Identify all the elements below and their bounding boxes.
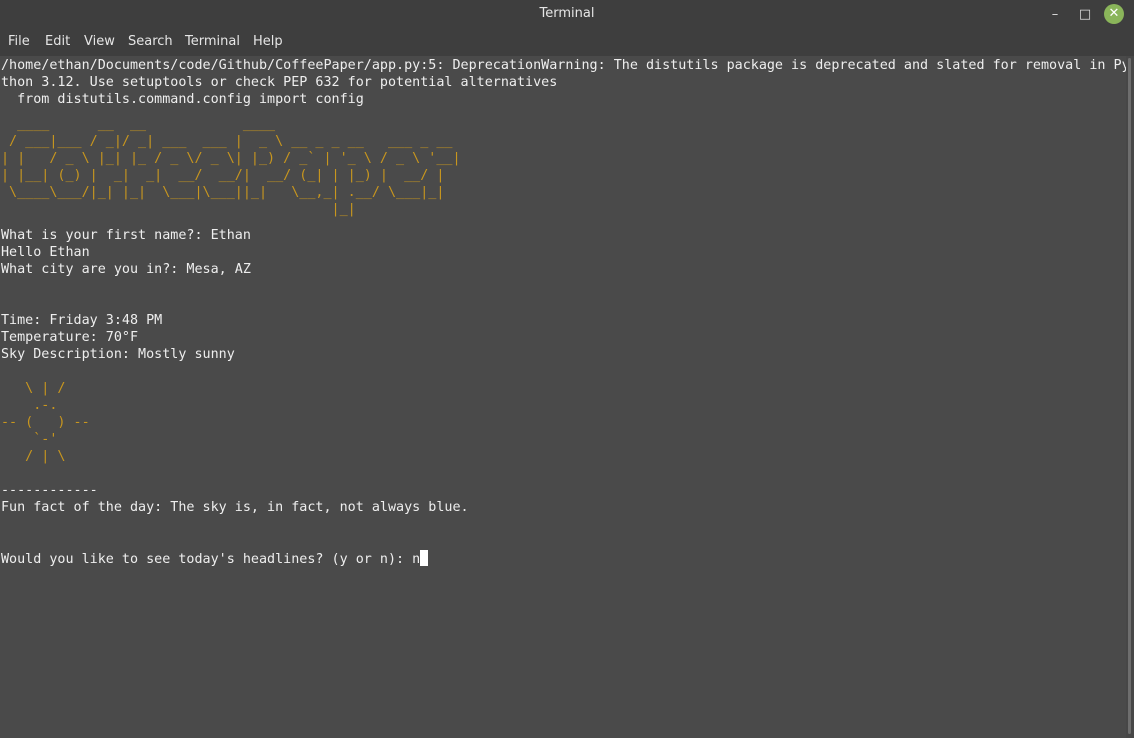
time-line: Time: Friday 3:48 PM (1, 313, 163, 328)
menu-bar: File Edit View Search Terminal Help (0, 30, 1134, 56)
menu-terminal[interactable]: Terminal (185, 34, 240, 49)
banner-art-line-5: \____\___/|_| |_| \___|\___||_| \__,_| .… (1, 185, 445, 200)
banner-art-line-3: | | / _ \ |_| |_ / _ \/ _ \| |_) / _` | … (1, 151, 461, 166)
sun-art-line-1: \ | / (1, 381, 66, 396)
menu-file[interactable]: File (8, 34, 30, 49)
city-prompt-line: What city are you in?: Mesa, AZ (1, 262, 251, 277)
name-prompt-line: What is your first name?: Ethan (1, 228, 251, 243)
warning-line-3: from distutils.command.config import con… (1, 92, 364, 107)
minimize-icon[interactable]: – (1044, 4, 1066, 26)
warning-line-2: thon 3.12. Use setuptools or check PEP 6… (1, 75, 558, 90)
menu-help[interactable]: Help (253, 34, 283, 49)
fun-fact-line: Fun fact of the day: The sky is, in fact… (1, 500, 469, 515)
maximize-icon[interactable]: □ (1074, 4, 1096, 26)
sun-art-line-2: .-. (1, 398, 58, 413)
menu-view[interactable]: View (84, 34, 115, 49)
menu-search[interactable]: Search (128, 34, 173, 49)
banner-art-line-4: | |__| (_) | _| _| __/ __/| __/ (_| | |_… (1, 168, 445, 183)
banner-art-line-6: |_| (1, 202, 356, 217)
terminal-window: Terminal – □ ✕ File Edit View Search Ter… (0, 0, 1134, 738)
headlines-prompt-text: Would you like to see today's headlines?… (1, 552, 413, 567)
banner-art-line-1: ____ __ __ ____ (1, 117, 276, 132)
typed-input: n (412, 552, 421, 567)
temperature-line: Temperature: 70°F (1, 330, 139, 345)
warning-line-1: /home/ethan/Documents/code/Github/Coffee… (1, 58, 1126, 73)
close-icon[interactable]: ✕ (1104, 4, 1124, 24)
title-bar[interactable]: Terminal – □ ✕ (0, 0, 1134, 30)
terminal-output[interactable]: /home/ethan/Documents/code/Github/Coffee… (0, 56, 1126, 738)
sun-art-line-5: / | \ (1, 449, 66, 464)
sun-art-line-3: -- ( ) -- (1, 415, 90, 430)
scrollbar-thumb[interactable] (1128, 58, 1131, 734)
greeting-line: Hello Ethan (1, 245, 90, 260)
window-title: Terminal (539, 6, 595, 21)
sky-line: Sky Description: Mostly sunny (1, 347, 235, 362)
sun-art-line-4: `-' (1, 432, 58, 447)
headlines-prompt-line: Would you like to see today's headlines?… (1, 550, 429, 568)
text-cursor (420, 550, 429, 566)
banner-art-line-2: / ___|___ / _|/ _| ___ ___ | _ \ __ _ _ … (1, 134, 453, 149)
menu-edit[interactable]: Edit (45, 34, 70, 49)
separator-line: ------------ (1, 483, 98, 498)
